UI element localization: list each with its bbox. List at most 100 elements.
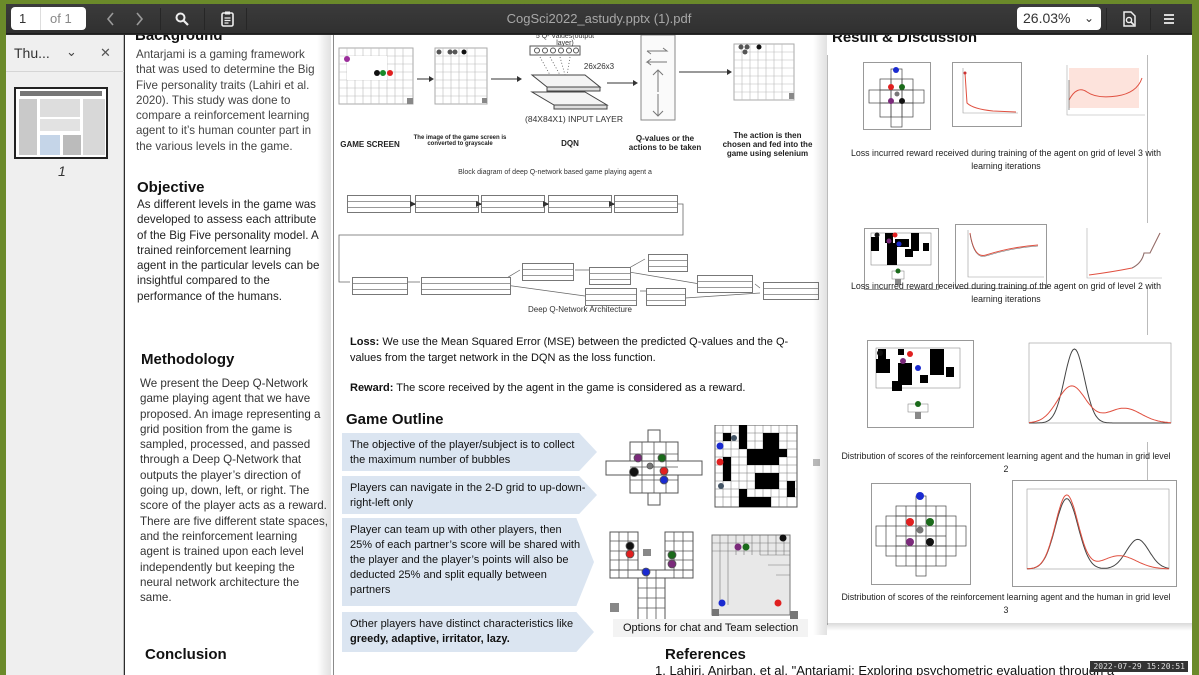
block-diagram-caption: Block diagram of deep Q-network based ga…	[458, 169, 652, 176]
architecture-layer-box	[522, 263, 574, 281]
methodology-text: We present the Deep Q-Network game playi…	[140, 377, 328, 605]
next-page-button[interactable]	[126, 7, 152, 30]
diagram-label-game-screen: GAME SCREEN	[340, 140, 400, 149]
toolbar-divider	[1106, 8, 1107, 30]
level3-reward-chart	[1047, 60, 1147, 128]
diagram-label-action: The action is then chosen and fed into t…	[722, 131, 813, 158]
reward-text: The score received by the agent in the g…	[393, 382, 746, 394]
loss-text: We use the Mean Squared Error (MSE) betw…	[350, 336, 789, 364]
results-caption-level3-distribution: Distribution of scores of the reinforcem…	[841, 592, 1171, 615]
diagram-label-dqn: DQN	[561, 139, 579, 148]
toolbar-divider	[160, 8, 161, 30]
page-total-label: of 1	[50, 11, 72, 26]
architecture-layer-box	[421, 277, 511, 295]
main-menu-button[interactable]	[1156, 7, 1182, 30]
architecture-layer-box	[648, 254, 688, 272]
architecture-layer-box	[589, 267, 631, 285]
architecture-connectors	[338, 203, 761, 299]
thumbnails-sidebar: Thu... ⌄ ✕ 1	[6, 35, 124, 675]
architecture-layer-box	[646, 288, 686, 306]
level3-loss-chart	[952, 62, 1022, 127]
chevron-right-icon	[136, 11, 144, 26]
architecture-layer-box	[697, 275, 753, 293]
pdf-viewer-window: 1 of 1 CogSci2022_astudy.pptx (1).pdf 26…	[6, 4, 1192, 675]
architecture-layer-box	[585, 288, 637, 306]
background-text: Antarjami is a gaming framework that was…	[136, 48, 315, 153]
game-outline-item: The objective of the player/subject is t…	[342, 433, 597, 471]
sidebar-mode-label[interactable]: Thu...	[14, 45, 50, 61]
game-screen-grid	[338, 47, 414, 105]
level3-score-distribution-chart	[1012, 480, 1177, 587]
header-bar: 1 of 1 CogSci2022_astudy.pptx (1).pdf 26…	[6, 4, 1192, 34]
results-caption-level2-distribution: Distribution of scores of the reinforcem…	[841, 451, 1171, 474]
page-thumbnail[interactable]	[14, 87, 108, 159]
action-grid	[733, 43, 795, 101]
plot-frame	[1026, 488, 1170, 570]
background-heading: Background	[135, 35, 223, 44]
agent-density-line	[1029, 348, 1171, 424]
zoom-level-value: 26.03%	[1023, 10, 1071, 26]
hamburger-menu-icon	[1164, 13, 1174, 24]
level3-grid-figure	[863, 62, 931, 130]
diagram-label-q-values: Q-values or the actions to be taken	[628, 134, 702, 152]
human-density-line	[1028, 385, 1172, 424]
zoom-level-dropdown[interactable]: 26.03% ⌄	[1017, 7, 1101, 30]
poster-right-column: Result & Discussion Loss incurred reward…	[827, 35, 1192, 675]
toolbar-divider	[204, 8, 205, 30]
document-search-icon	[1122, 10, 1136, 27]
options-caption: Options for chat and Team selection	[613, 619, 809, 637]
objective-text: As different levels in the game was deve…	[137, 198, 320, 303]
sidebar-mode-dropdown-icon[interactable]: ⌄	[66, 44, 77, 60]
level2-reward-chart	[1072, 223, 1164, 288]
annotations-button[interactable]	[214, 7, 240, 30]
poster-left-column: Background Antarjami is a gaming framewo…	[135, 35, 330, 675]
output-layer-label: 5 Q- Values(output layer)	[535, 35, 595, 47]
search-icon	[175, 12, 189, 26]
search-button[interactable]	[169, 7, 195, 30]
staircase-grid	[711, 534, 798, 619]
chevron-left-icon	[106, 11, 114, 26]
chevron-down-icon: ⌄	[1083, 11, 1094, 25]
methodology-heading: Methodology	[141, 351, 235, 368]
toolbar-divider	[1150, 8, 1151, 30]
conv-dims-label: 26x26x3	[583, 62, 615, 71]
results-frame-line	[827, 55, 828, 625]
references-heading: References	[665, 646, 746, 663]
close-sidebar-icon[interactable]: ✕	[100, 45, 111, 61]
loss-label: Loss:	[350, 336, 380, 348]
architecture-layer-box	[763, 282, 819, 300]
diamond-grid	[605, 429, 703, 506]
results-panel-shadow	[827, 623, 1192, 631]
architecture-layer-box	[352, 277, 408, 295]
game-outline-item-text: Other players have distinct characterist…	[350, 618, 574, 630]
column-shadow	[317, 35, 331, 675]
poster-center-column: 5 Q- Values(output layer) 26x26x3 (84X84…	[335, 35, 1114, 675]
input-layer-label: (84X84X1) INPUT LAYER	[525, 114, 623, 124]
results-caption-level3-training: Loss incurred reward received during tra…	[850, 148, 1162, 171]
conclusion-heading: Conclusion	[145, 646, 227, 663]
diagram-label-grayscale: The image of the game screen is converte…	[413, 135, 507, 147]
page-number-field[interactable]: 1 of 1	[11, 7, 86, 30]
column-divider	[333, 35, 334, 675]
thumbnail-page-label: 1	[58, 163, 66, 179]
human-density-line	[1027, 494, 1169, 570]
game-outline-item: Other players have distinct characterist…	[342, 612, 594, 652]
results-caption-level2-training: Loss incurred reward received during tra…	[850, 281, 1162, 304]
recording-timestamp: 2022-07-29 15:20:51	[1090, 661, 1188, 672]
game-level-grids	[605, 425, 820, 624]
player-types-text: greedy, adaptive, irritator, lazy.	[350, 633, 510, 645]
architecture-caption: Deep Q-Network Architecture	[527, 305, 633, 314]
document-properties-button[interactable]	[1116, 7, 1142, 30]
level2-distribution-grid	[867, 340, 974, 428]
document-canvas[interactable]: Background Antarjami is a gaming framewo…	[125, 35, 1192, 675]
maze-grid	[714, 425, 820, 508]
clipboard-icon	[220, 11, 234, 27]
game-outline-item: Players can navigate in the 2-D grid to …	[342, 476, 597, 514]
level3-distribution-grid	[871, 483, 971, 585]
sidebar-divider	[6, 71, 124, 72]
grayscale-grid	[434, 47, 488, 105]
previous-page-button[interactable]	[98, 7, 124, 30]
current-page-input[interactable]: 1	[11, 7, 41, 30]
reward-label: Reward:	[350, 382, 394, 394]
level2-score-distribution-chart	[1015, 335, 1175, 442]
